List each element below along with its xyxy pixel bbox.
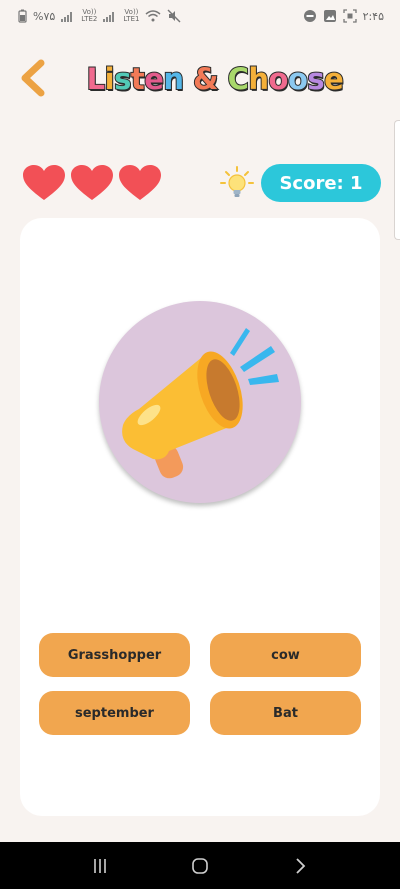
question-card: Grasshopper cow september Bat bbox=[20, 218, 380, 816]
screenshot-icon bbox=[342, 9, 357, 23]
heart-icon bbox=[118, 164, 162, 202]
title-letter: s bbox=[113, 61, 132, 97]
lightbulb-icon[interactable] bbox=[218, 164, 256, 202]
lte2-label: Vo)) LTE2 bbox=[81, 8, 98, 23]
screen: %۷۵ Vo)) LTE2 Vo)) LTE1 ۲:۴۵ L i s t e n… bbox=[0, 0, 400, 889]
signal-icon-2 bbox=[103, 12, 115, 22]
title-letter: n bbox=[162, 61, 185, 97]
title-letter: h bbox=[247, 61, 270, 97]
wifi-icon bbox=[145, 10, 161, 22]
battery-text: %۷۵ bbox=[33, 9, 56, 23]
title-letter bbox=[218, 62, 228, 96]
title-letter: e bbox=[323, 61, 345, 97]
side-drawer-handle[interactable] bbox=[394, 120, 400, 240]
choice-label: Grasshopper bbox=[67, 647, 162, 663]
system-nav-bar bbox=[0, 842, 400, 889]
heart-icon bbox=[70, 164, 114, 202]
choice-label: september bbox=[75, 705, 154, 721]
title-letter: e bbox=[143, 61, 165, 97]
choice-button[interactable]: Bat bbox=[210, 691, 361, 735]
choice-button[interactable]: cow bbox=[210, 633, 361, 677]
title-letter: C bbox=[227, 61, 250, 97]
signal-icon bbox=[61, 12, 73, 22]
score-badge: Score: 1 bbox=[261, 164, 381, 202]
title-letter: L bbox=[86, 61, 106, 97]
title-letter: o bbox=[268, 61, 290, 97]
page-title: Listen & Choose bbox=[70, 56, 360, 102]
score-label: Score: 1 bbox=[279, 172, 363, 194]
back-button[interactable] bbox=[16, 58, 50, 98]
recents-icon bbox=[94, 858, 106, 873]
choice-button[interactable]: Grasshopper bbox=[39, 633, 190, 677]
status-left: %۷۵ Vo)) LTE2 Vo)) LTE1 bbox=[18, 9, 181, 23]
home-button[interactable] bbox=[180, 846, 220, 886]
recent-apps-button[interactable] bbox=[80, 846, 120, 886]
clock: ۲:۴۵ bbox=[362, 9, 384, 23]
lte1-label: Vo)) LTE1 bbox=[123, 8, 140, 23]
battery-icon bbox=[18, 9, 27, 23]
play-audio-button[interactable] bbox=[99, 301, 301, 503]
title-letter: i bbox=[104, 61, 116, 97]
home-icon bbox=[192, 857, 208, 874]
chevron-right-icon bbox=[296, 857, 306, 874]
status-right: ۲:۴۵ bbox=[303, 9, 384, 23]
mute-icon bbox=[167, 9, 181, 23]
title-letter: & bbox=[192, 61, 219, 97]
heart-icon bbox=[22, 164, 66, 202]
answer-choices: Grasshopper cow september Bat bbox=[39, 633, 361, 735]
megaphone-icon bbox=[122, 328, 279, 479]
lives-indicator bbox=[22, 164, 162, 202]
choice-button[interactable]: september bbox=[39, 691, 190, 735]
status-bar: %۷۵ Vo)) LTE2 Vo)) LTE1 ۲:۴۵ bbox=[0, 0, 400, 32]
back-arrow-icon bbox=[21, 59, 45, 97]
title-letter: t bbox=[130, 61, 146, 97]
choice-label: Bat bbox=[273, 705, 298, 721]
dnd-icon bbox=[303, 10, 316, 22]
title-letter: o bbox=[287, 61, 309, 97]
title-letter: s bbox=[306, 61, 325, 97]
back-nav-button[interactable] bbox=[280, 846, 320, 886]
gallery-icon bbox=[323, 10, 336, 22]
title-letter bbox=[184, 62, 194, 96]
choice-label: cow bbox=[271, 647, 300, 663]
